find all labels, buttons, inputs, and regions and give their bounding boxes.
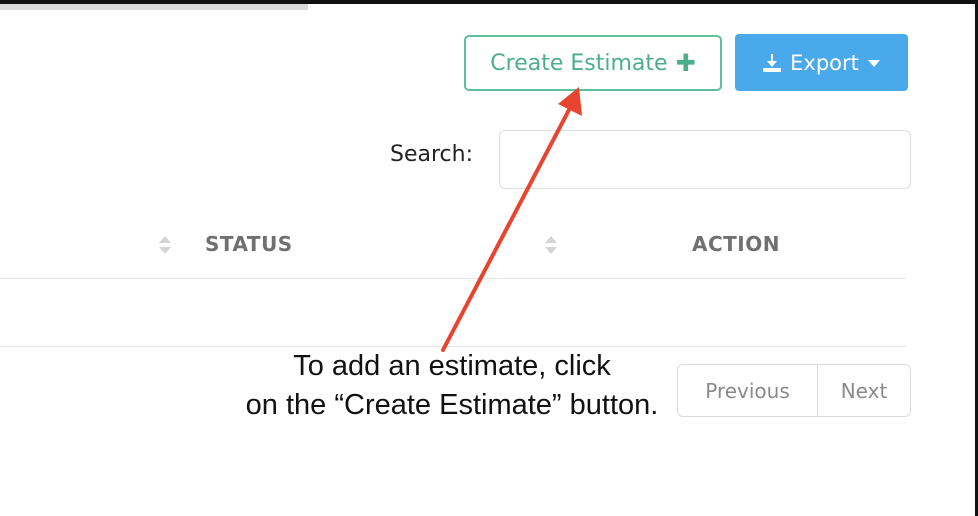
next-page-button[interactable]: Next	[818, 365, 910, 416]
export-button[interactable]: Export	[735, 34, 908, 91]
create-estimate-label: Create Estimate	[490, 50, 668, 76]
download-icon	[762, 53, 782, 73]
search-label: Search:	[390, 142, 473, 167]
plus-icon: ✚	[675, 49, 696, 77]
pagination: Previous Next	[677, 364, 911, 417]
column-header-status[interactable]: STATUS	[205, 232, 293, 256]
column-header-action[interactable]: ACTION	[692, 232, 780, 256]
sort-icon[interactable]	[544, 235, 558, 255]
export-label: Export	[790, 50, 859, 75]
sort-icon[interactable]	[158, 235, 172, 255]
table-header-divider	[0, 278, 906, 279]
previous-page-button[interactable]: Previous	[678, 365, 818, 416]
scroll-track	[0, 4, 308, 10]
create-estimate-button[interactable]: Create Estimate ✚	[464, 35, 722, 91]
caret-down-icon	[867, 58, 881, 68]
annotation-callout: To add an estimate, click on the “Create…	[212, 347, 692, 425]
annotation-line-2: on the “Create Estimate” button.	[245, 389, 659, 421]
search-input[interactable]	[499, 130, 911, 189]
annotation-line-1: To add an estimate, click	[293, 350, 611, 382]
